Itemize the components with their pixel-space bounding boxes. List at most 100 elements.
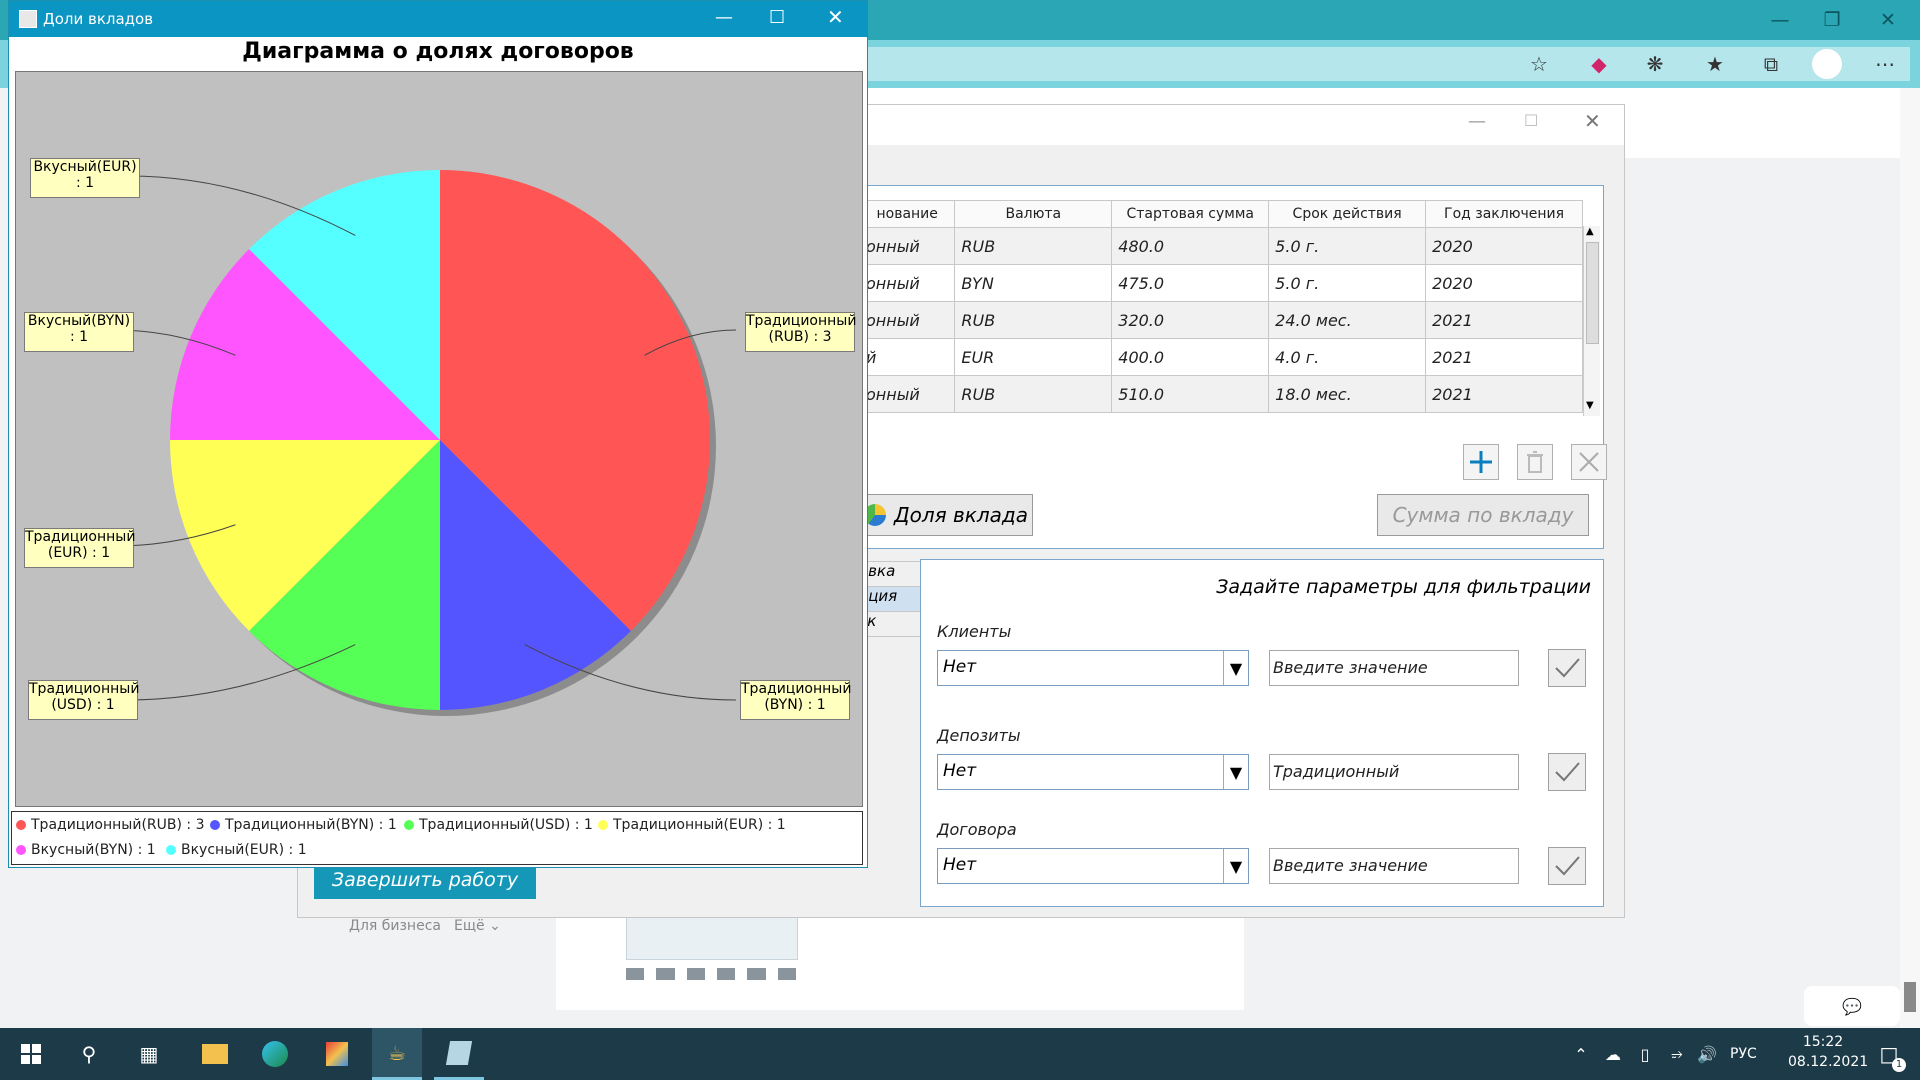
for-business-link[interactable]: Для бизнеса xyxy=(349,918,441,934)
profile-avatar[interactable] xyxy=(1812,49,1842,79)
header-start-sum[interactable]: Стартовая сумма xyxy=(1111,200,1270,228)
table-scrollbar-thumb[interactable] xyxy=(1586,242,1599,344)
chat-bubble-icon[interactable]: 💬 xyxy=(1804,986,1900,1026)
table-scrollbar[interactable]: ▲ ▼ xyxy=(1583,226,1600,416)
favorite-add-icon[interactable]: ☆ xyxy=(1524,49,1554,79)
share-button[interactable]: Доля вклада xyxy=(859,494,1033,536)
scroll-down-icon[interactable]: ▼ xyxy=(1586,400,1594,411)
browser-minimize-button[interactable]: — xyxy=(1760,4,1800,36)
contracts-combo[interactable]: Нет ▼ xyxy=(937,848,1249,884)
checkmark-icon xyxy=(1555,856,1580,876)
scrollbar-thumb[interactable] xyxy=(1904,982,1916,1012)
main-minimize-button[interactable]: — xyxy=(1468,111,1486,132)
favorites-icon[interactable]: ★ xyxy=(1700,49,1730,79)
start-button[interactable] xyxy=(6,1028,56,1080)
add-button[interactable] xyxy=(1463,444,1499,480)
chart-minimize-button[interactable]: — xyxy=(715,7,733,28)
contracts-apply-button[interactable] xyxy=(1548,847,1586,885)
language-indicator[interactable]: РУС xyxy=(1730,1046,1757,1062)
contracts-input[interactable]: Введите значение xyxy=(1269,848,1519,884)
search-icon[interactable]: ⚲ xyxy=(64,1028,114,1080)
chart-plot-area: Вкусный(EUR) : 1 Вкусный(BYN) : 1 Традиц… xyxy=(15,71,863,807)
slice-label-trad-rub-text: Традиционный (RUB) : 3 xyxy=(746,313,857,345)
table-row[interactable]: онный RUB 480.0 5.0 г. 2020 xyxy=(859,227,1583,265)
table-row[interactable]: онный RUB 510.0 18.0 мес. 2021 xyxy=(859,375,1583,413)
combo-arrow-icon[interactable]: ▼ xyxy=(1223,849,1248,883)
cube-app-icon[interactable] xyxy=(312,1028,362,1080)
clock[interactable]: 15:22 08.12.2021 xyxy=(1788,1034,1869,1070)
header-currency[interactable]: Валюта xyxy=(954,200,1113,228)
browser-extension-icon[interactable]: ◆ xyxy=(1584,49,1614,79)
close-icon xyxy=(1579,452,1599,472)
cell-currency: RUB xyxy=(954,301,1113,339)
cancel-button[interactable] xyxy=(1571,444,1607,480)
table-row[interactable]: онный BYN 475.0 5.0 г. 2020 xyxy=(859,264,1583,302)
main-close-button[interactable]: ✕ xyxy=(1584,109,1601,133)
sum-button[interactable]: Сумма по вкладу xyxy=(1377,494,1589,536)
more-link[interactable]: Ещё ⌄ xyxy=(454,918,501,934)
thumbnail-controls xyxy=(626,968,796,980)
deposits-input[interactable]: Традиционный xyxy=(1269,754,1519,790)
more-label: Ещё xyxy=(454,918,485,934)
legend-item: Традиционный(USD) : 1 xyxy=(404,817,593,833)
volume-icon[interactable]: 🔊 xyxy=(1690,1028,1724,1080)
main-maximize-button[interactable]: ☐ xyxy=(1524,111,1538,130)
cell-name: онный xyxy=(859,227,956,265)
cell-start-sum: 320.0 xyxy=(1111,301,1270,339)
legend-swatch xyxy=(16,845,26,855)
clients-label: Клиенты xyxy=(937,622,1012,641)
contracts-combo-value: Нет xyxy=(943,855,977,875)
scroll-up-icon[interactable]: ▲ xyxy=(1586,226,1594,237)
clients-combo[interactable]: Нет ▼ xyxy=(937,650,1249,686)
deposits-combo[interactable]: Нет ▼ xyxy=(937,754,1249,790)
delete-button[interactable] xyxy=(1517,444,1553,480)
battery-icon[interactable]: ▯ xyxy=(1628,1028,1662,1080)
table-row[interactable]: й EUR 400.0 4.0 г. 2021 xyxy=(859,338,1583,376)
legend-item: Традиционный(BYN) : 1 xyxy=(210,817,397,833)
chart-maximize-button[interactable]: ☐ xyxy=(769,7,785,28)
legend-text: Традиционный(USD) : 1 xyxy=(419,817,593,833)
chart-window-titlebar: Доли вкладов — ☐ ✕ xyxy=(9,1,867,37)
table-row[interactable]: онный RUB 320.0 24.0 мес. 2021 xyxy=(859,301,1583,339)
clock-date: 08.12.2021 xyxy=(1788,1054,1869,1070)
collections-icon[interactable]: ⧉ xyxy=(1756,49,1786,79)
header-name[interactable]: нование xyxy=(859,200,956,228)
combo-arrow-icon[interactable]: ▼ xyxy=(1223,651,1248,685)
legend-swatch xyxy=(166,845,176,855)
java-app-taskbar-icon[interactable]: ☕ xyxy=(372,1028,422,1080)
chevron-up-icon[interactable]: ⌃ xyxy=(1564,1028,1598,1080)
clients-apply-button[interactable] xyxy=(1548,649,1586,687)
contracts-input-text: Введите значение xyxy=(1273,856,1428,875)
cloud-icon[interactable]: ☁ xyxy=(1596,1028,1630,1080)
slice-label-trad-usd-text: Традиционный (USD) : 1 xyxy=(29,681,140,713)
legend-swatch xyxy=(598,820,608,830)
share-button-label: Доля вклада xyxy=(893,503,1029,527)
wifi-icon[interactable]: ⥴ xyxy=(1660,1028,1694,1080)
address-bar[interactable] xyxy=(862,47,1910,81)
edge-browser-icon[interactable] xyxy=(250,1028,300,1080)
combo-arrow-icon[interactable]: ▼ xyxy=(1223,755,1248,789)
deposits-apply-button[interactable] xyxy=(1548,753,1586,791)
legend-text: Вкусный(BYN) : 1 xyxy=(31,842,156,858)
chart-close-button[interactable]: ✕ xyxy=(827,5,844,29)
cell-start-sum: 510.0 xyxy=(1111,375,1270,413)
browser-close-button[interactable]: ✕ xyxy=(1868,4,1908,36)
header-year[interactable]: Год заключения xyxy=(1425,200,1583,228)
thumbnail-image[interactable] xyxy=(626,914,798,960)
deposits-combo-value: Нет xyxy=(943,761,977,781)
cell-year: 2020 xyxy=(1425,227,1583,265)
extensions-icon[interactable]: ❋ xyxy=(1640,49,1670,79)
deposits-input-text: Традиционный xyxy=(1273,762,1400,781)
more-menu-icon[interactable]: ⋯ xyxy=(1870,49,1900,79)
notification-badge: 1 xyxy=(1892,1058,1906,1072)
notifications-icon[interactable]: □ xyxy=(1864,1028,1914,1080)
browser-restore-button[interactable]: ❐ xyxy=(1812,4,1852,36)
webpage-scrollbar[interactable] xyxy=(1900,88,1920,1028)
task-view-icon[interactable]: ▦ xyxy=(124,1028,174,1080)
legend-item: Вкусный(BYN) : 1 xyxy=(16,842,156,858)
deposits-table-viewport: нование Валюта Стартовая сумма Срок дейс… xyxy=(859,200,1583,416)
notes-app-icon[interactable] xyxy=(434,1028,484,1080)
header-term[interactable]: Срок действия xyxy=(1268,200,1427,228)
clients-input[interactable]: Введите значение xyxy=(1269,650,1519,686)
file-explorer-icon[interactable] xyxy=(190,1028,240,1080)
